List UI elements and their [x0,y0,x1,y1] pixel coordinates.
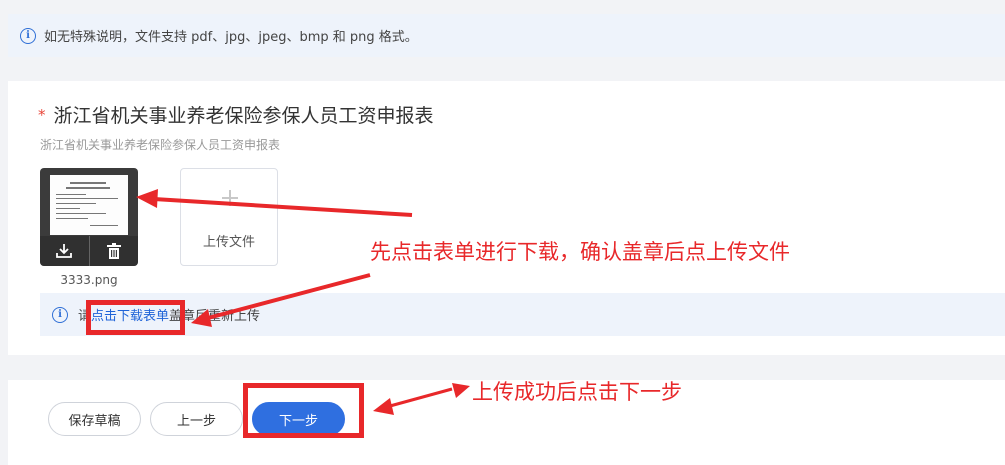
arrowhead-step2-tail [452,383,470,398]
arrow-to-download-link [207,273,371,320]
arrow-to-next-button [389,387,453,408]
arrow-to-thumbnail [153,197,413,217]
arrowhead-download-link [191,309,212,327]
arrowhead-thumbnail [136,189,158,208]
arrowhead-next-button [373,398,394,415]
annotation-arrows [136,189,470,415]
